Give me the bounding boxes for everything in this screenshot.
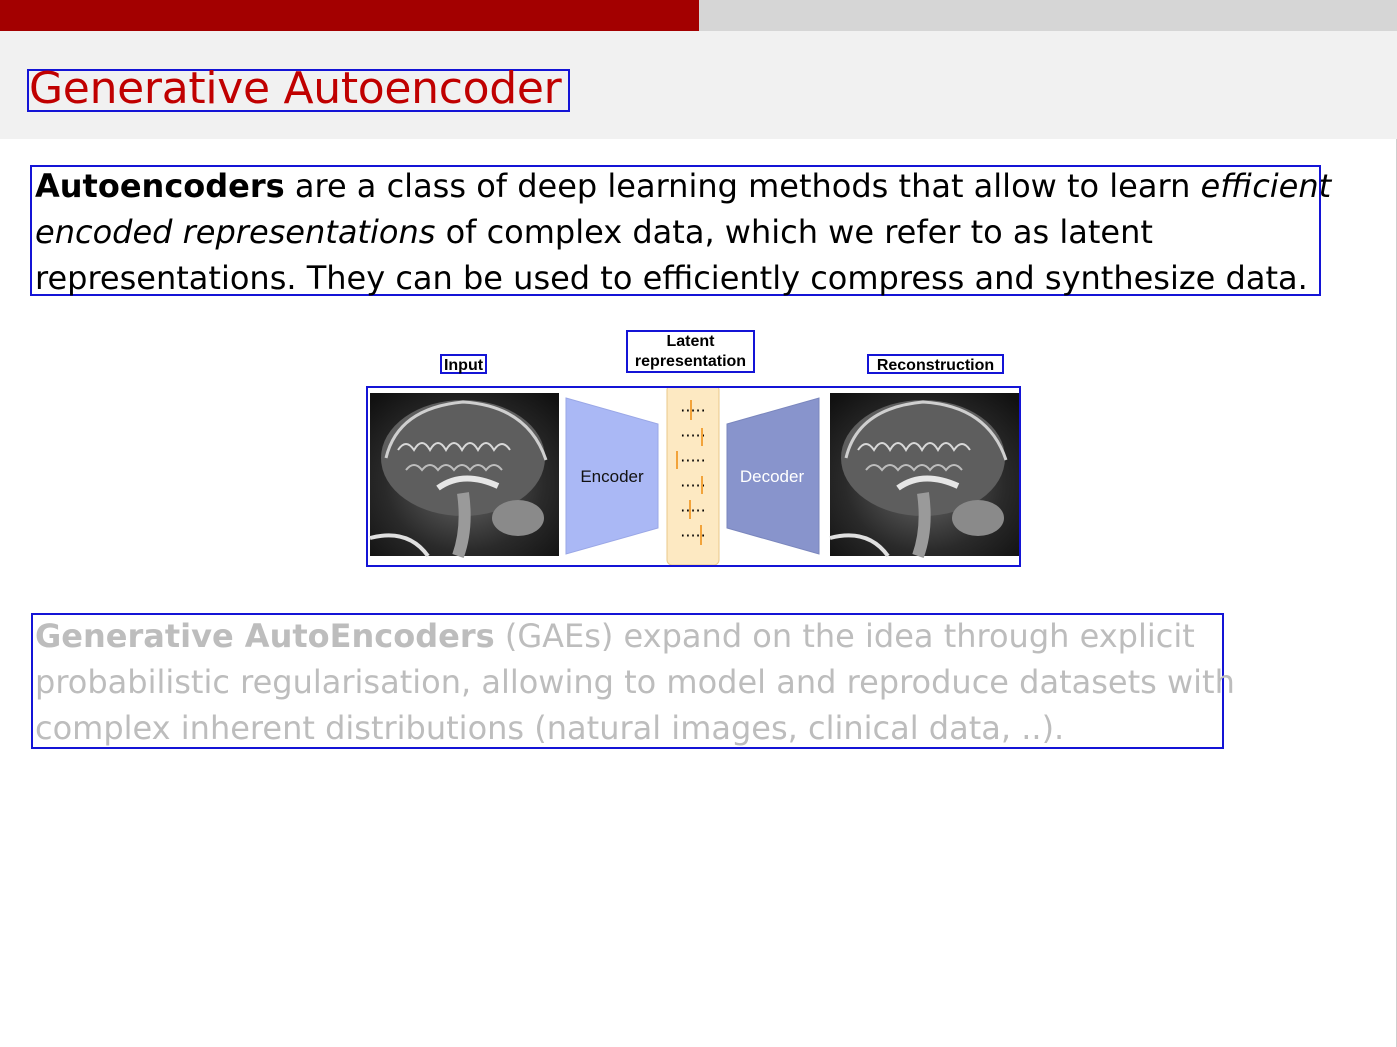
autoencoders-term: Autoencoders <box>35 167 285 205</box>
encoder-label: Encoder <box>580 467 644 486</box>
latent-vector: ····· ····· ····· ····· ····· ····· <box>666 388 720 565</box>
latent-representation-label: Latent representation <box>626 330 755 373</box>
progress-bar-fill <box>0 0 699 31</box>
svg-text:·····: ····· <box>680 401 705 420</box>
input-brain-image <box>369 393 559 559</box>
svg-text:·····: ····· <box>680 501 705 520</box>
input-label: Input <box>440 354 487 374</box>
reconstruction-label: Reconstruction <box>867 354 1004 374</box>
svg-text:·····: ····· <box>680 451 705 470</box>
decoder-label: Decoder <box>740 467 805 486</box>
gae-description: Generative AutoEncoders (GAEs) expand on… <box>31 613 1235 749</box>
autoencoder-diagram: Encoder ····· ····· ····· ····· ····· ··… <box>369 388 1019 565</box>
reconstruction-brain-image <box>829 393 1019 559</box>
progress-bar <box>0 0 1397 31</box>
autoencoder-description: Autoencoders are a class of deep learnin… <box>30 165 1331 297</box>
autoencoder-figure: Encoder ····· ····· ····· ····· ····· ··… <box>366 386 1021 567</box>
slide-title: Generative Autoencoder <box>27 63 570 114</box>
slide-title-text: Generative Autoencoder <box>29 63 562 114</box>
gae-term: Generative AutoEncoders <box>35 617 495 655</box>
